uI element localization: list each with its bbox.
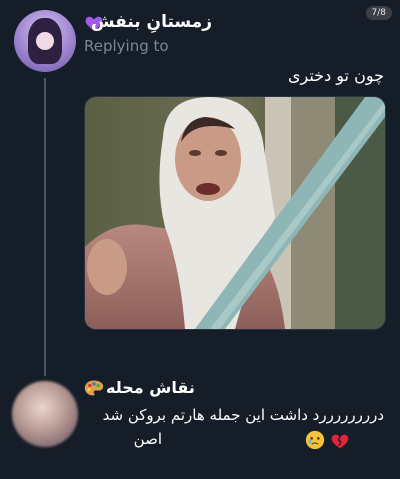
reply-text-line-2: اصن [133,430,162,448]
reply-text-line-1: دررررررررد داشت این جمله هارتم بروکن شد [102,406,384,424]
reply-author-avatar[interactable] [12,381,78,447]
page-counter: 7/8 [365,6,392,20]
crying-woman-photo [85,97,385,329]
tweet-media-image[interactable] [84,96,386,330]
tweet-text: چون تو دختری [288,66,384,85]
replying-to-label: Replying to [84,37,169,55]
artist-palette-icon [84,380,104,396]
author-avatar[interactable] [14,10,76,72]
author-name[interactable]: زمستانِ بنفش [91,12,212,32]
avatar-face [36,32,54,50]
reply-author-name[interactable]: نقاش محله [106,378,195,397]
face-holding-back-tears-icon [305,430,325,450]
broken-heart-icon [331,434,349,449]
tweet-thread-screen: 7/8 زمستانِ بنفش Replying to چون تو دختر… [0,0,400,479]
thread-connector-line [44,78,46,376]
